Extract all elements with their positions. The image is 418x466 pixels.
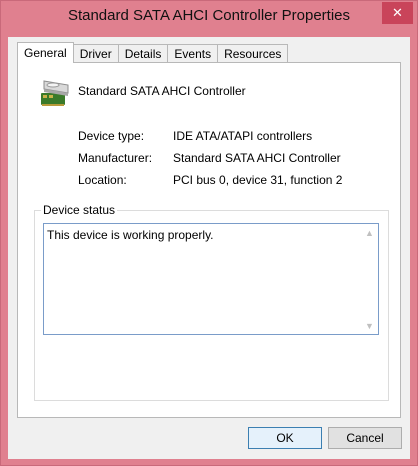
- cancel-button[interactable]: Cancel: [328, 427, 402, 449]
- title-bar[interactable]: Standard SATA AHCI Controller Properties…: [1, 1, 417, 37]
- ok-button[interactable]: OK: [248, 427, 322, 449]
- window-title: Standard SATA AHCI Controller Properties: [67, 7, 351, 24]
- manufacturer-value: Standard SATA AHCI Controller: [173, 151, 341, 165]
- tab-details[interactable]: Details: [118, 44, 169, 63]
- device-name: Standard SATA AHCI Controller: [78, 84, 246, 98]
- device-status-textbox[interactable]: This device is working properly. ▲ ▼: [43, 223, 379, 335]
- general-tab-panel: Standard SATA AHCI Controller Device typ…: [17, 62, 401, 418]
- tab-resources[interactable]: Resources: [218, 44, 289, 63]
- tab-driver[interactable]: Driver: [73, 44, 119, 63]
- device-status-legend: Device status: [41, 203, 118, 217]
- location-label: Location:: [78, 173, 127, 187]
- properties-dialog: Standard SATA AHCI Controller Properties…: [0, 0, 418, 466]
- device-type-label: Device type:: [78, 129, 145, 143]
- location-value: PCI bus 0, device 31, function 2: [173, 173, 343, 187]
- storage-controller-icon: [41, 80, 69, 106]
- close-icon: ✕: [392, 5, 403, 20]
- tab-general[interactable]: General: [17, 42, 74, 63]
- device-status-text: This device is working properly.: [47, 228, 214, 242]
- manufacturer-label: Manufacturer:: [78, 151, 153, 165]
- close-button[interactable]: ✕: [382, 2, 413, 24]
- scroll-up-arrow-icon[interactable]: ▲: [361, 224, 378, 241]
- scroll-down-arrow-icon[interactable]: ▼: [361, 317, 378, 334]
- tab-events[interactable]: Events: [168, 44, 219, 63]
- device-status-group: Device status This device is working pro…: [34, 203, 389, 401]
- dialog-client-area: General Driver Details Events Resources …: [8, 37, 410, 459]
- tab-strip: General Driver Details Events Resources: [17, 42, 289, 63]
- device-type-value: IDE ATA/ATAPI controllers: [173, 129, 313, 143]
- status-scrollbar[interactable]: ▲ ▼: [361, 224, 378, 334]
